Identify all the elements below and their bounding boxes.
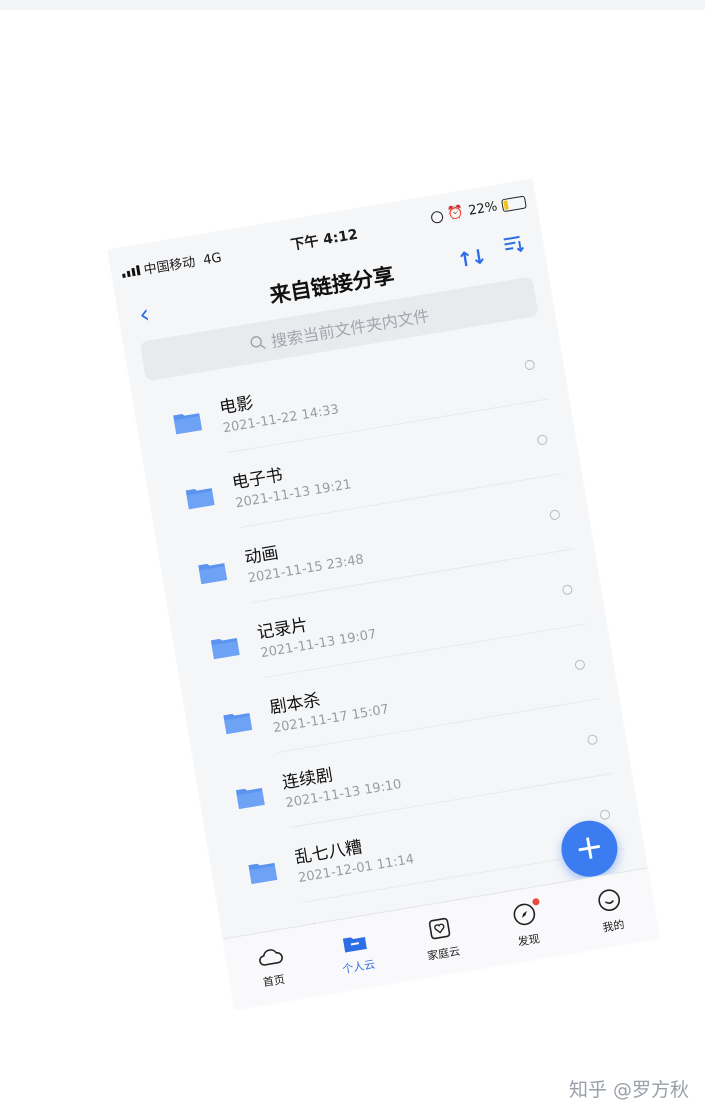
tab-discover[interactable]: 发现 (480, 895, 572, 955)
phone-screen: 中国移动 4G 下午 4:12 ⏰ 22% ‹ 来自链接分享 ↑↓ 搜索当前文件… (108, 179, 660, 1010)
select-radio[interactable] (586, 733, 599, 746)
notification-badge (531, 897, 540, 906)
item-name: 电影 (218, 393, 255, 419)
folder-icon (173, 413, 202, 435)
folder-icon (223, 713, 253, 735)
orientation-lock-icon (430, 209, 444, 224)
heart-frame-icon (428, 917, 451, 940)
tab-label: 首页 (262, 972, 286, 990)
alarm-icon: ⏰ (446, 204, 465, 223)
battery-icon (501, 195, 527, 213)
tab-mine[interactable]: 我的 (565, 881, 657, 941)
select-radio[interactable] (574, 659, 586, 671)
select-radio[interactable] (599, 808, 611, 821)
tab-home[interactable]: 首页 (226, 940, 318, 996)
folder-icon (198, 563, 228, 585)
folder-icon (235, 787, 265, 810)
select-radio[interactable] (549, 509, 561, 521)
page-top-strip (0, 0, 705, 10)
tab-label: 我的 (601, 918, 626, 935)
folder-icon (342, 937, 367, 953)
tab-family-cloud[interactable]: 家庭云 (395, 911, 487, 969)
item-name: 动画 (243, 543, 281, 569)
folder-icon (248, 862, 278, 884)
cloud-icon (259, 949, 283, 966)
battery-level (503, 200, 510, 210)
tab-personal-cloud[interactable]: 个人云 (311, 926, 403, 982)
search-icon (250, 336, 266, 349)
tab-label: 发现 (516, 932, 541, 949)
filter-list-icon[interactable] (501, 231, 527, 260)
select-radio[interactable] (561, 584, 574, 596)
tab-label: 个人云 (341, 957, 377, 977)
select-radio[interactable] (536, 434, 549, 446)
folder-icon (185, 488, 215, 510)
watermark: 知乎 @罗方秋 (568, 1079, 689, 1101)
folder-icon (210, 638, 240, 660)
sort-icon[interactable]: ↑↓ (455, 244, 486, 272)
tab-label: 家庭云 (426, 944, 462, 963)
select-radio[interactable] (524, 359, 536, 371)
smile-icon (598, 889, 620, 911)
